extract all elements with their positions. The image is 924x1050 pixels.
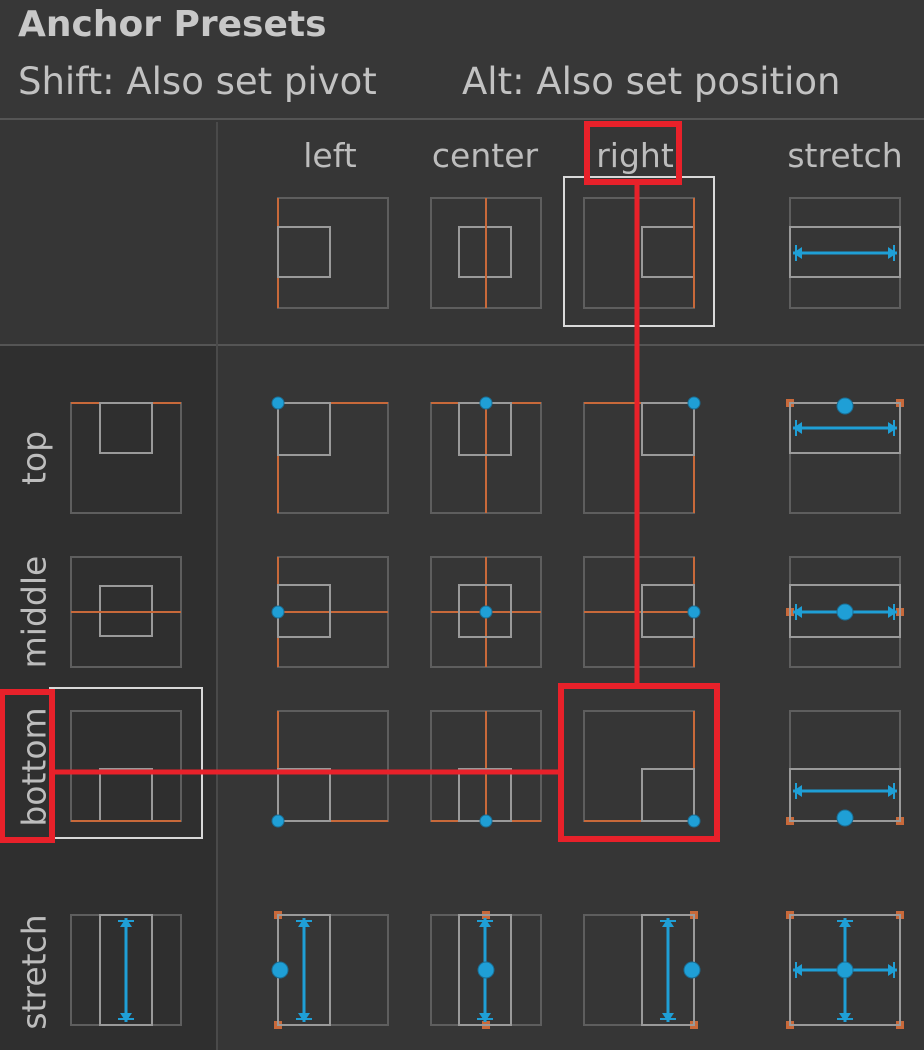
- sidebar-divider: [216, 122, 218, 1050]
- preset-row-top[interactable]: [51, 383, 201, 533]
- preset-row-middle[interactable]: [51, 537, 201, 687]
- panel-title: Anchor Presets: [18, 4, 327, 45]
- preset-stretch-stretch[interactable]: [770, 895, 920, 1045]
- preset-column-stretch[interactable]: [770, 178, 920, 328]
- preset-middle-center[interactable]: [411, 537, 561, 687]
- column-label-right: right: [596, 136, 674, 175]
- shift-hint: Shift: Also set pivot: [18, 60, 377, 103]
- preset-middle-stretch[interactable]: [770, 537, 920, 687]
- anchor-presets-header: Anchor Presets Shift: Also set pivot Alt…: [0, 0, 924, 118]
- top-row-divider: [0, 344, 924, 346]
- row-label-top: top: [14, 430, 54, 486]
- preset-top-right[interactable]: [564, 383, 714, 533]
- alt-hint: Alt: Also set position: [462, 60, 841, 103]
- preset-bottom-right[interactable]: [564, 691, 714, 841]
- preset-bottom-center[interactable]: [411, 691, 561, 841]
- preset-top-stretch[interactable]: [770, 383, 920, 533]
- preset-bottom-stretch[interactable]: [770, 691, 920, 841]
- column-label-center: center: [431, 136, 539, 175]
- preset-top-left[interactable]: [258, 383, 408, 533]
- row-label-stretch: stretch: [14, 914, 54, 1030]
- preset-column-left[interactable]: [258, 178, 408, 328]
- preset-stretch-left[interactable]: [258, 895, 408, 1045]
- preset-column-center[interactable]: [411, 178, 561, 328]
- preset-stretch-right[interactable]: [564, 895, 714, 1045]
- column-label-stretch: stretch: [787, 136, 903, 175]
- preset-column-right[interactable]: [564, 178, 714, 328]
- preset-stretch-center[interactable]: [411, 895, 561, 1045]
- row-label-middle: middle: [14, 555, 54, 669]
- column-label-left: left: [303, 136, 357, 175]
- preset-row-bottom[interactable]: [51, 691, 201, 841]
- preset-top-center[interactable]: [411, 383, 561, 533]
- preset-bottom-left[interactable]: [258, 691, 408, 841]
- preset-middle-left[interactable]: [258, 537, 408, 687]
- preset-middle-right[interactable]: [564, 537, 714, 687]
- row-label-bottom: bottom: [14, 707, 54, 827]
- preset-row-stretch[interactable]: [51, 895, 201, 1045]
- header-divider: [0, 118, 924, 120]
